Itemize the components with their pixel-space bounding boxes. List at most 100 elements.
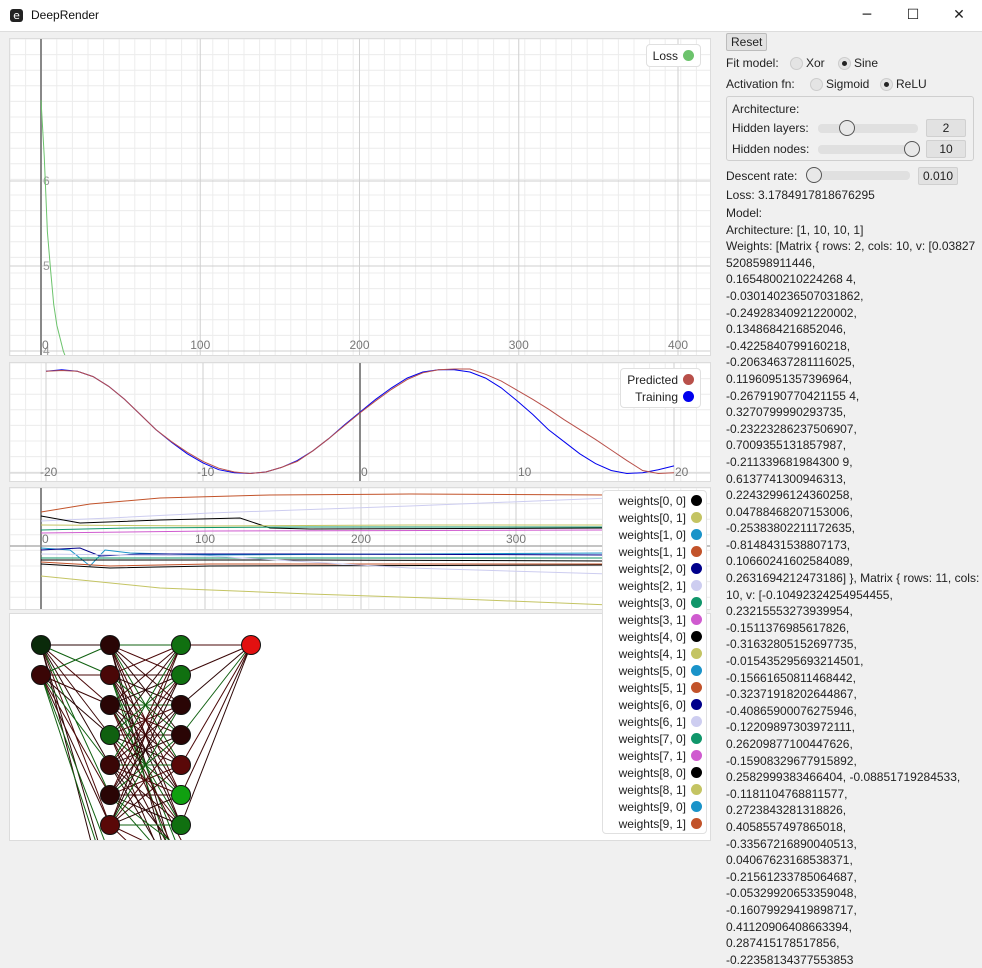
loss-legend: Loss [645, 44, 701, 67]
fit-legend-entry: Training [627, 388, 694, 405]
hidden-nodes-value[interactable]: 10 [926, 140, 966, 158]
hidden-layers-value[interactable]: 2 [926, 119, 966, 137]
neuron-node [171, 815, 191, 835]
connection-edge [180, 644, 252, 766]
fit-plot[interactable]: -20 -10 0 10 20 Predicted Training [9, 362, 711, 482]
neuron-node [100, 815, 120, 835]
weights-legend-label: weights[9, 0] [618, 799, 686, 814]
connection-edge [40, 674, 111, 706]
x-tick-label: 0 [42, 338, 49, 352]
fit-sine-radio[interactable] [838, 57, 851, 70]
neuron-node [31, 665, 51, 685]
weights-legend-dot [691, 597, 702, 608]
x-tick-label: -20 [40, 465, 58, 479]
weights-legend-dot [691, 614, 702, 625]
activation-relu-label[interactable]: ReLU [896, 77, 927, 91]
descent-rate-value[interactable]: 0.010 [918, 167, 958, 185]
loss-plot[interactable]: 6 5 4 0 100 200 300 400 Loss [9, 38, 711, 356]
neuron-node [171, 665, 191, 685]
maximize-button[interactable]: ☐ [890, 0, 936, 31]
minimize-button[interactable]: ─ [844, 0, 890, 31]
fit-legend-entry: Predicted [627, 371, 694, 388]
fit-model-label: Fit model: [726, 56, 779, 70]
hidden-layers-slider-handle[interactable] [839, 120, 855, 136]
weights-legend-label: weights[5, 0] [618, 663, 686, 678]
connection-edge [180, 644, 252, 826]
neuron-node [31, 635, 51, 655]
x-tick-label: 200 [350, 338, 370, 352]
weights-legend-label: weights[4, 0] [618, 629, 686, 644]
weights-legend-entry: weights[8, 0] [607, 764, 702, 781]
connection-edge [40, 674, 96, 840]
weights-legend-dot [691, 512, 702, 523]
hidden-layers-label: Hidden layers: [732, 121, 809, 135]
weights-legend-label: weights[3, 0] [618, 595, 686, 610]
fit-sine-label[interactable]: Sine [854, 56, 878, 70]
x-tick-label: 20 [675, 465, 689, 479]
x-tick-label: 0 [361, 465, 368, 479]
weights-legend-dot [691, 563, 702, 574]
weights-legend-label: weights[0, 0] [618, 493, 686, 508]
weights-legend-dot [691, 665, 702, 676]
weights-legend-dot [691, 529, 702, 540]
weights-legend-entry: weights[6, 0] [607, 696, 702, 713]
neuron-node [100, 755, 120, 775]
app-icon: e [10, 9, 23, 22]
neuron-node [241, 635, 261, 655]
hidden-nodes-slider-handle[interactable] [904, 141, 920, 157]
hidden-layers-slider[interactable] [818, 124, 918, 133]
neuron-node [100, 695, 120, 715]
fit-legend-dot [683, 374, 694, 385]
title-bar: e DeepRender ─ ☐ ✕ [0, 0, 982, 32]
connection-edge [180, 644, 252, 676]
weights-legend-dot [691, 801, 702, 812]
close-button[interactable]: ✕ [936, 0, 982, 31]
weights-legend-entry: weights[4, 0] [607, 628, 702, 645]
neuron-node [100, 725, 120, 745]
reset-button[interactable]: Reset [726, 33, 768, 51]
x-tick-label: 100 [190, 338, 210, 352]
weights-legend-entry: weights[5, 1] [607, 679, 702, 696]
weights-legend-entry: weights[3, 0] [607, 594, 702, 611]
weights-legend-entry: weights[0, 0] [607, 492, 702, 509]
fit-xor-label[interactable]: Xor [806, 56, 825, 70]
weights-legend-entry: weights[7, 1] [607, 747, 702, 764]
descent-rate-slider-handle[interactable] [806, 167, 822, 183]
connection-edge [109, 674, 176, 840]
hidden-nodes-label: Hidden nodes: [732, 142, 810, 156]
weights-legend-label: weights[1, 1] [618, 544, 686, 559]
descent-rate-slider[interactable] [810, 171, 910, 180]
connection-edge [40, 674, 111, 796]
weights-legend-label: weights[4, 1] [618, 646, 686, 661]
architecture-label: Architecture: [732, 102, 800, 116]
neuron-node [100, 635, 120, 655]
fit-xor-radio[interactable] [790, 57, 803, 70]
loss-readout: Loss: 3.1784917818676295 [726, 188, 875, 202]
weights-legend-dot [691, 495, 702, 506]
weights-legend-dot [691, 716, 702, 727]
weights-legend-dot [691, 784, 702, 795]
fit-legend-label: Training [635, 389, 678, 404]
weights-legend-dot [691, 546, 702, 557]
weights-legend-dot [691, 750, 702, 761]
activation-relu-radio[interactable] [880, 78, 893, 91]
weights-legend-label: weights[1, 0] [618, 527, 686, 542]
connection-edge [180, 644, 252, 706]
weights-legend-entry: weights[1, 0] [607, 526, 702, 543]
weights-legend-label: weights[7, 1] [618, 748, 686, 763]
weights-legend-label: weights[8, 0] [618, 765, 686, 780]
loss-legend-label: Loss [652, 48, 678, 63]
weights-legend-label: weights[0, 1] [618, 510, 686, 525]
x-tick-label: 100 [195, 532, 215, 546]
activation-sigmoid-radio[interactable] [810, 78, 823, 91]
hidden-nodes-slider[interactable] [818, 145, 918, 154]
x-tick-label: 0 [42, 532, 49, 546]
weights-legend-label: weights[2, 0] [618, 561, 686, 576]
fit-legend: Predicted Training [620, 368, 701, 408]
weights-legend-dot [691, 733, 702, 744]
connection-edge [109, 674, 167, 840]
weights-legend-dot [691, 767, 702, 778]
weights-legend-label: weights[7, 0] [618, 731, 686, 746]
activation-sigmoid-label[interactable]: Sigmoid [826, 77, 869, 91]
weights-legend-entry: weights[8, 1] [607, 781, 702, 798]
